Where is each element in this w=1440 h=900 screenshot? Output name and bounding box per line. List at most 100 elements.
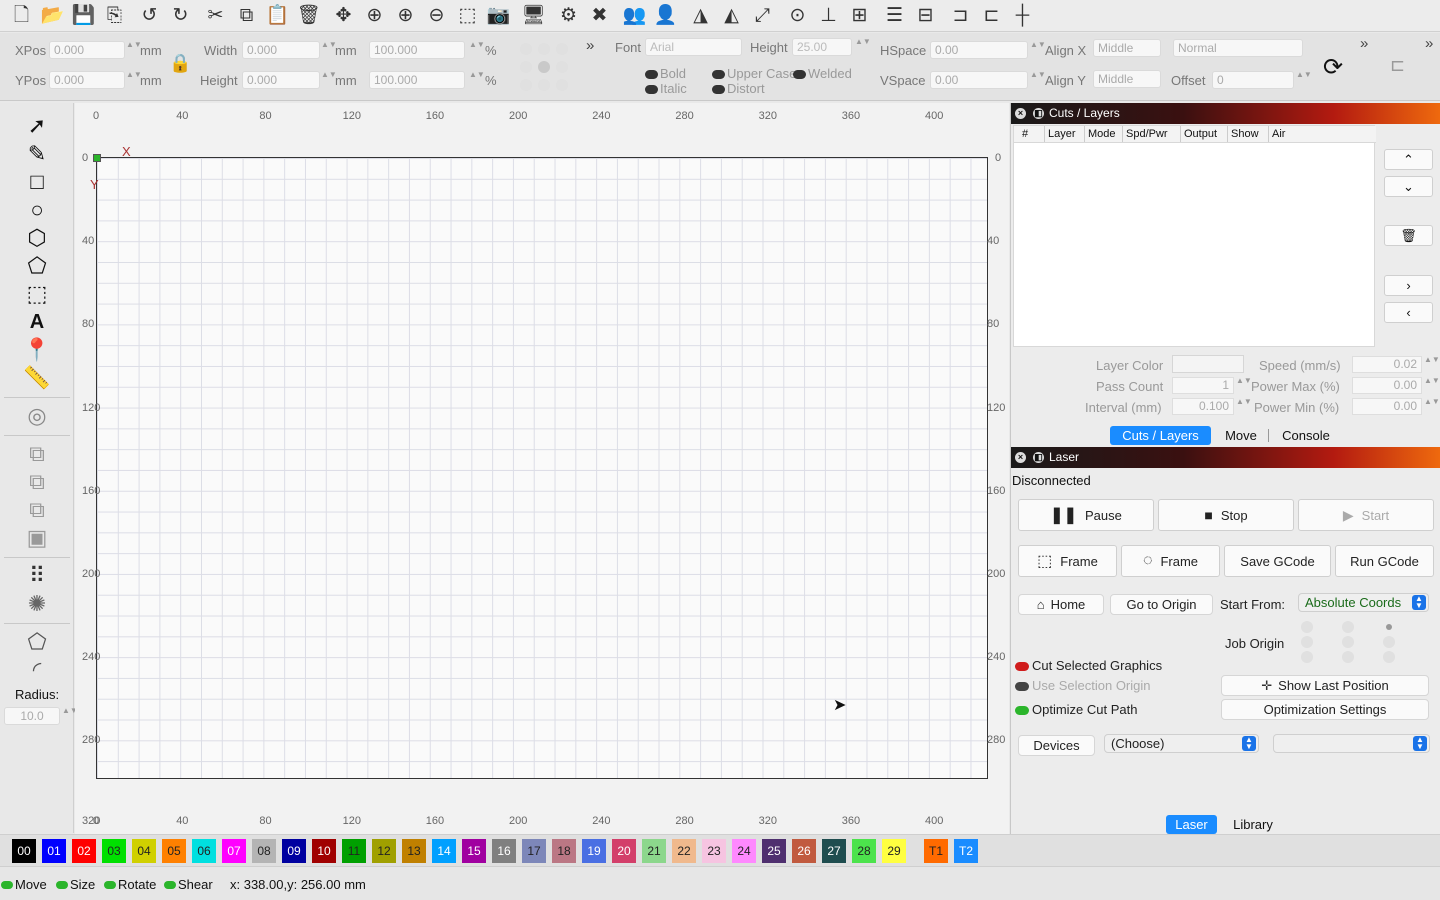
- start-button[interactable]: ▶ Start: [1298, 499, 1434, 531]
- optimize-cut-path-checkbox[interactable]: Optimize Cut Path: [1015, 702, 1138, 717]
- distort-checkbox[interactable]: Distort: [712, 81, 765, 96]
- vspace-input[interactable]: 0.00: [930, 71, 1028, 89]
- palette-swatch-08[interactable]: 08: [252, 839, 276, 863]
- dock-panel-icon[interactable]: ⊏: [1390, 55, 1405, 76]
- flip-horizontal-icon[interactable]: ◮: [685, 2, 716, 30]
- palette-swatch-22[interactable]: 22: [672, 839, 696, 863]
- devices-button[interactable]: Devices: [1018, 735, 1095, 756]
- speed-input[interactable]: 0.02: [1352, 356, 1422, 373]
- home-button[interactable]: ⌂ Home: [1018, 594, 1104, 615]
- close-panel-icon[interactable]: ×: [1015, 108, 1026, 119]
- scale-height-input[interactable]: 100.000: [369, 71, 465, 89]
- layers-column-header[interactable]: Layer: [1048, 126, 1076, 142]
- welded-checkbox[interactable]: Welded: [793, 66, 852, 81]
- optimization-settings-button[interactable]: Optimization Settings: [1221, 699, 1429, 720]
- monitor-icon[interactable]: 🖥: [518, 2, 549, 30]
- tab-laser[interactable]: Laser: [1166, 815, 1217, 834]
- power-max-spinner[interactable]: ▲▼: [1424, 377, 1440, 395]
- work-area-grid[interactable]: [96, 157, 988, 779]
- align-center-icon[interactable]: ⊥: [813, 2, 844, 30]
- ellipse-icon[interactable]: ○: [22, 197, 52, 223]
- cut-selected-checkbox[interactable]: Cut Selected Graphics: [1015, 658, 1162, 673]
- measure-ruler-icon[interactable]: 📏: [22, 365, 52, 391]
- zoom-in-icon[interactable]: ⊕: [359, 2, 390, 30]
- font-height-spinner[interactable]: ▲▼: [855, 38, 871, 56]
- pass-count-input[interactable]: 1: [1172, 377, 1234, 394]
- palette-swatch-13[interactable]: 13: [402, 839, 426, 863]
- pen-icon[interactable]: ✎: [22, 141, 52, 167]
- undo-icon[interactable]: ↺: [134, 2, 165, 30]
- palette-swatch-07[interactable]: 07: [222, 839, 246, 863]
- palette-swatch-20[interactable]: 20: [612, 839, 636, 863]
- weld-icon[interactable]: ▣: [22, 525, 52, 551]
- redo-icon[interactable]: ↻: [165, 2, 196, 30]
- rotate-icon[interactable]: ⤢: [747, 2, 778, 30]
- interval-input[interactable]: 0.100: [1172, 398, 1234, 415]
- palette-swatch-25[interactable]: 25: [762, 839, 786, 863]
- user-icon[interactable]: 👤: [650, 2, 681, 30]
- stop-button[interactable]: ■ Stop: [1158, 499, 1294, 531]
- expand-chevron-icon[interactable]: »: [586, 37, 594, 54]
- array-grid-icon[interactable]: ⠿: [22, 563, 52, 589]
- sync-icon[interactable]: ⟳: [1323, 53, 1343, 82]
- tab-cuts-layers[interactable]: Cuts / Layers: [1110, 426, 1211, 445]
- open-folder-icon[interactable]: 📂: [37, 2, 68, 30]
- width-input[interactable]: 0.000: [242, 41, 320, 59]
- select-arrow-icon[interactable]: ➚: [22, 113, 52, 139]
- settings-icon[interactable]: ⚙: [553, 2, 584, 30]
- palette-swatch-06[interactable]: 06: [192, 839, 216, 863]
- radius-spinner[interactable]: ▲▼: [62, 707, 78, 725]
- power-max-input[interactable]: 0.00: [1352, 377, 1422, 394]
- palette-swatch-05[interactable]: 05: [162, 839, 186, 863]
- show-last-position-button[interactable]: ✛ Show Last Position: [1221, 675, 1429, 696]
- align-middle-icon[interactable]: ⊟: [910, 2, 941, 30]
- size-checkbox[interactable]: Size: [56, 877, 95, 892]
- tools-icon[interactable]: ✖: [584, 2, 615, 30]
- expand-chevron-3-icon[interactable]: »: [1425, 35, 1433, 52]
- lock-icon[interactable]: 🔒: [169, 53, 191, 77]
- delete-icon[interactable]: 🗑: [293, 2, 324, 30]
- font-select[interactable]: Arial: [645, 38, 742, 56]
- mirror-icon[interactable]: ◭: [716, 2, 747, 30]
- anchor-grid[interactable]: [518, 41, 578, 97]
- palette-swatch-01[interactable]: 01: [42, 839, 66, 863]
- scale-width-input[interactable]: 100.000: [369, 41, 465, 59]
- palette-swatch-29[interactable]: 29: [882, 839, 906, 863]
- run-gcode-button[interactable]: Run GCode: [1335, 545, 1434, 577]
- italic-checkbox[interactable]: Italic: [645, 81, 687, 96]
- zoom-in-2-icon[interactable]: ⊕: [390, 2, 421, 30]
- layers-column-header[interactable]: Output: [1184, 126, 1217, 142]
- palette-swatch-28[interactable]: 28: [852, 839, 876, 863]
- expand-chevron-2-icon[interactable]: »: [1360, 35, 1368, 52]
- palette-swatch-09[interactable]: 09: [282, 839, 306, 863]
- palette-swatch-16[interactable]: 16: [492, 839, 516, 863]
- palette-swatch-17[interactable]: 17: [522, 839, 546, 863]
- boolean-union-icon[interactable]: ⧉: [22, 441, 52, 467]
- paste-icon[interactable]: 📋: [262, 2, 293, 30]
- tab-move[interactable]: Move: [1215, 426, 1267, 445]
- xpos-input[interactable]: 0.000: [49, 41, 125, 59]
- text-mode-select[interactable]: Normal: [1173, 39, 1303, 57]
- height-spinner[interactable]: ▲▼: [321, 71, 337, 89]
- hspace-input[interactable]: 0.00: [930, 41, 1028, 59]
- offset-input[interactable]: 0: [1212, 71, 1294, 89]
- expand-right-button[interactable]: ›: [1384, 275, 1433, 296]
- rounded-corner-icon[interactable]: ◜: [22, 657, 52, 683]
- scale-width-spinner[interactable]: ▲▼: [469, 41, 485, 59]
- start-from-select[interactable]: Absolute Coords ▲ ▼: [1298, 593, 1429, 612]
- use-selection-origin-checkbox[interactable]: Use Selection Origin: [1015, 678, 1151, 693]
- radius-input[interactable]: 10.0: [4, 707, 60, 725]
- palette-swatch-15[interactable]: 15: [462, 839, 486, 863]
- upper-case-checkbox[interactable]: Upper Case: [712, 66, 796, 81]
- pause-button[interactable]: ❚❚ Pause: [1018, 499, 1154, 531]
- polygon-icon[interactable]: ⬡: [22, 225, 52, 251]
- bold-checkbox[interactable]: Bold: [645, 66, 686, 81]
- palette-swatch-10[interactable]: 10: [312, 839, 336, 863]
- frame-rect-button[interactable]: ⬚ Frame: [1018, 545, 1117, 577]
- hspace-spinner[interactable]: ▲▼: [1030, 41, 1046, 59]
- cut-icon[interactable]: ✂: [200, 2, 231, 30]
- save-gcode-button[interactable]: Save GCode: [1224, 545, 1331, 577]
- palette-swatch-14[interactable]: 14: [432, 839, 456, 863]
- close-laser-panel-icon[interactable]: ×: [1015, 452, 1026, 463]
- layers-column-header[interactable]: Mode: [1088, 126, 1116, 142]
